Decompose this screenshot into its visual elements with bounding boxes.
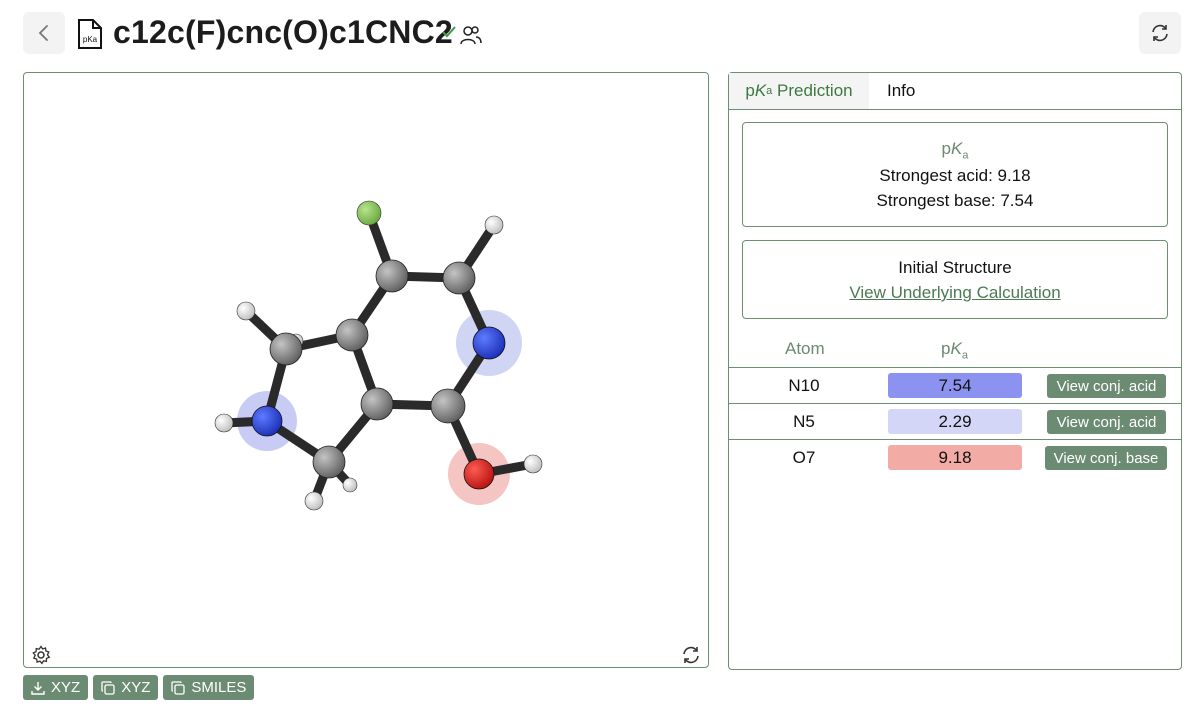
pka-head-k: K [951,139,963,158]
table-row: N10 7.54 View conj. acid [729,367,1181,404]
pka-head-sub: a [962,149,969,162]
atom-o7[interactable] [463,458,495,490]
table-header: Atom pKa [729,339,1181,367]
atom-c[interactable] [375,259,409,293]
pka-head-p: p [941,139,951,158]
view-underlying-calculation-link[interactable]: View Underlying Calculation [849,283,1060,303]
copy-xyz-button[interactable]: XYZ [93,675,159,700]
molecule-3d-view[interactable] [24,73,710,669]
atom-c[interactable] [269,332,303,366]
col-pka-k: K [950,339,962,358]
row-pka-value: 9.18 [888,445,1022,470]
tab-pka-k: K [754,81,767,100]
copy-smiles-button[interactable]: SMILES [163,675,255,700]
download-xyz-button[interactable]: XYZ [23,675,89,700]
col-pka: pKa [941,339,968,361]
atom-h[interactable] [304,491,324,511]
results-panel: pKa Prediction Info pKa Strongest acid: … [728,72,1182,670]
atom-c[interactable] [430,388,466,424]
download-icon [31,681,45,695]
copy-icon [101,680,115,695]
copy-smiles-label: SMILES [191,679,247,696]
molecule-viewer[interactable] [23,72,709,668]
copy-xyz-label: XYZ [121,679,151,696]
row-pka-value: 2.29 [888,409,1022,434]
atom-n5[interactable] [251,405,283,437]
file-icon-label: pKa [83,35,98,44]
row-atom: N5 [793,412,815,431]
back-button[interactable] [23,12,65,54]
row-pka-value: 7.54 [888,373,1022,398]
users-icon[interactable] [460,24,482,46]
tab-pka-prediction[interactable]: pKa Prediction [729,73,869,109]
download-xyz-label: XYZ [51,679,81,696]
table-row: O7 9.18 View conj. base [729,439,1181,476]
atom-h[interactable] [342,477,358,493]
reset-view-icon[interactable] [681,645,701,665]
atom-c[interactable] [335,318,369,352]
col-pka-sub: a [961,349,968,362]
atom-n10[interactable] [472,326,506,360]
atom-h[interactable] [484,215,504,235]
gear-icon[interactable] [31,645,51,665]
atom-h[interactable] [214,413,234,433]
check-icon [442,26,456,38]
pka-summary-card: pKa Strongest acid: 9.18 Strongest base:… [742,122,1168,227]
atom-c[interactable] [360,387,394,421]
row-atom: O7 [792,448,816,467]
tab-pka-suffix: Prediction [772,81,853,100]
atom-h[interactable] [236,301,256,321]
view-conj-acid-button[interactable]: View conj. acid [1047,374,1166,398]
atom-c[interactable] [312,445,346,479]
tab-pka-p: p [745,81,755,100]
refresh-icon [1152,24,1168,42]
view-conj-base-button[interactable]: View conj. base [1045,446,1167,470]
atom-h[interactable] [523,454,543,474]
atom-f[interactable] [356,200,382,226]
strongest-acid: Strongest acid: 9.18 [879,166,1031,186]
table-row: N5 2.29 View conj. acid [729,403,1181,440]
refresh-button[interactable] [1139,12,1181,54]
page-title: c12c(F)cnc(O)c1CNC2 [113,14,453,50]
chevron-left-icon [38,25,48,41]
tab-info[interactable]: Info [887,73,915,109]
initial-structure-title: Initial Structure [898,258,1012,277]
atom-c[interactable] [442,261,476,295]
col-atom: Atom [785,339,825,358]
copy-icon [171,680,186,695]
tab-bar: pKa Prediction Info [729,73,1181,110]
row-atom: N10 [788,376,820,395]
pka-summary-heading: pKa [743,139,1167,161]
strongest-base: Strongest base: 7.54 [876,191,1034,211]
initial-structure-card: Initial Structure View Underlying Calcul… [742,240,1168,319]
file-pka-icon: pKa [78,19,102,49]
export-buttons: XYZ XYZ SMILES [23,675,255,700]
view-conj-acid-button[interactable]: View conj. acid [1047,410,1166,434]
